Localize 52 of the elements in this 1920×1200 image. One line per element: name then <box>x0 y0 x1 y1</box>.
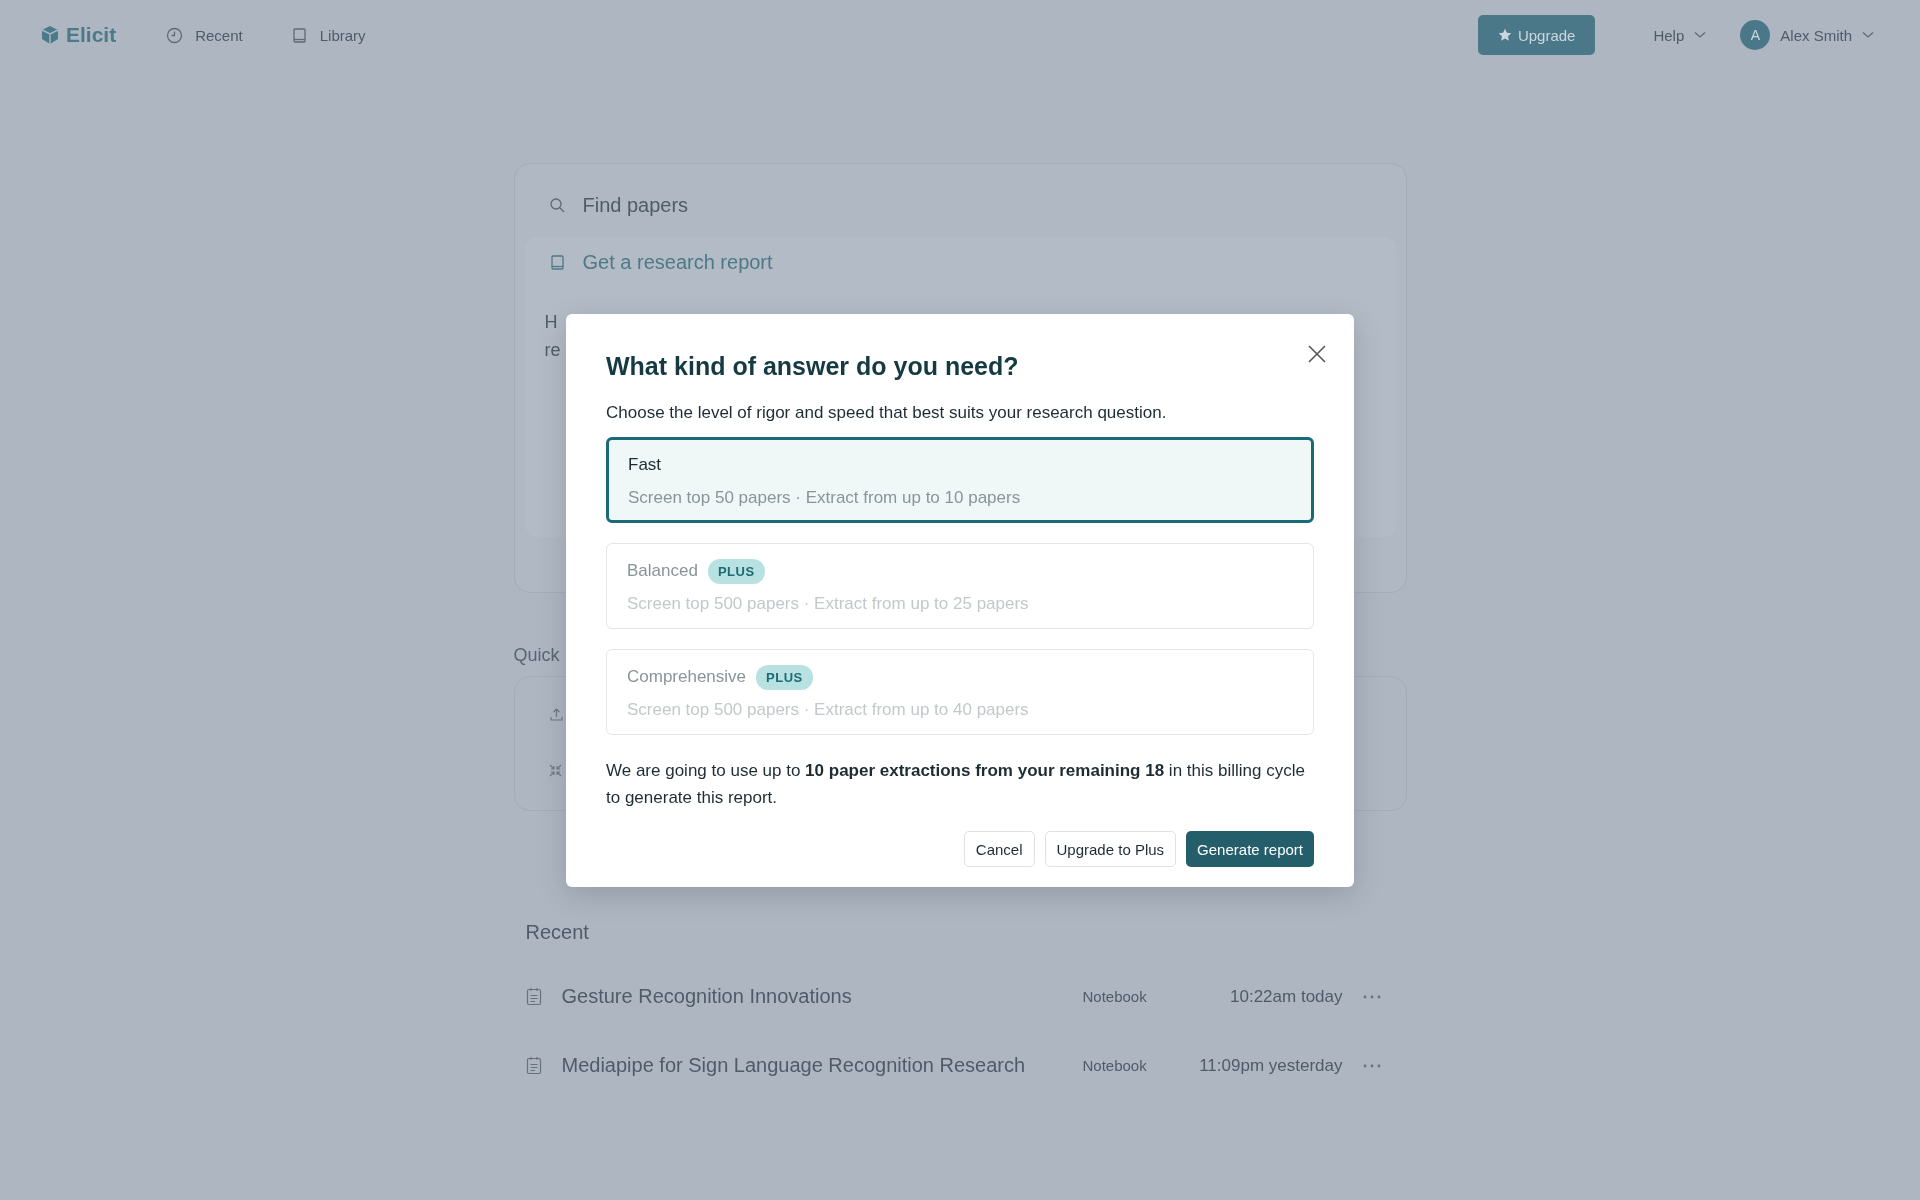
section-heading: Quick <box>513 645 561 666</box>
logo-text: Elicit <box>66 23 117 47</box>
more-icon[interactable] <box>1362 1063 1381 1068</box>
help-menu[interactable]: Help <box>1647 25 1713 45</box>
dialog-button[interactable]: Upgrade to Plus <box>1044 831 1177 867</box>
nav-link[interactable]: Library <box>290 26 366 44</box>
search-icon <box>548 197 566 214</box>
usage-notice: We are going to use up to 10 paper extractions from your remaining 18 in this billing cycle to generate this report. <box>606 760 1306 809</box>
avatar: A <box>1740 20 1771 50</box>
plan-badge: PLUS <box>756 664 813 690</box>
more-icon[interactable] <box>1362 994 1381 999</box>
notebook-icon <box>525 987 542 1006</box>
recent-item-link[interactable]: Gesture Recognition Innovations <box>561 985 1083 1008</box>
question-text: re <box>544 339 561 362</box>
plan-badge: PLUS <box>707 558 765 584</box>
research-report-label: Get a research report <box>582 251 773 274</box>
recent-item-link[interactable]: Mediapipe for Sign Language Recognition Research <box>561 1054 1083 1077</box>
close-icon[interactable] <box>1307 344 1327 364</box>
notebook-icon <box>525 1056 542 1075</box>
dialog-title: What kind of answer do you need? <box>606 352 1020 381</box>
cube-icon <box>40 25 60 45</box>
upgrade-button[interactable]: Upgrade <box>1477 15 1596 55</box>
option-description: Screen top 50 papers · Extract from up to 10 papers <box>628 488 1022 508</box>
book-icon <box>290 26 308 44</box>
option-name: Comprehensive <box>627 667 747 687</box>
research-report-option[interactable]: Get a research report <box>524 237 1396 294</box>
upload-icon <box>548 707 564 722</box>
option-name: Fast <box>628 455 662 475</box>
collapse-icon <box>548 764 562 777</box>
question-text: H <box>544 311 558 334</box>
generate-button[interactable]: Generate report <box>1186 831 1314 867</box>
chevron-down-icon <box>1694 31 1707 39</box>
option-description: Screen top 500 papers · Extract from up to 40 papers <box>627 700 1030 720</box>
option-name: Balanced <box>627 561 698 581</box>
find-papers-label: Find papers <box>582 194 689 217</box>
item-time: 10:22am today <box>1229 986 1343 1007</box>
book-icon <box>548 254 566 271</box>
item-type: Notebook <box>1082 988 1148 1005</box>
dialog-button[interactable]: Cancel <box>963 831 1035 867</box>
item-time: 11:09pm yesterday <box>1198 1055 1343 1076</box>
clock-icon <box>166 26 184 44</box>
answer-option[interactable]: Fast Screen top 50 papers · Extract from up to 10 papers <box>606 437 1314 523</box>
user-menu[interactable]: A Alex Smith <box>1734 19 1880 51</box>
item-type: Notebook <box>1082 1057 1148 1074</box>
chevron-down-icon <box>1862 31 1874 39</box>
star-icon <box>1497 28 1512 42</box>
option-description: Screen top 500 papers · Extract from up to 25 papers <box>627 594 1030 614</box>
recent-heading: Recent <box>525 921 590 944</box>
logo[interactable]: Elicit <box>40 23 117 47</box>
find-papers-option[interactable]: Find papers <box>524 174 1396 237</box>
nav-link[interactable]: Recent <box>166 26 243 44</box>
dialog-subtitle: Choose the level of rigor and speed that best suits your research question. <box>606 403 1168 423</box>
